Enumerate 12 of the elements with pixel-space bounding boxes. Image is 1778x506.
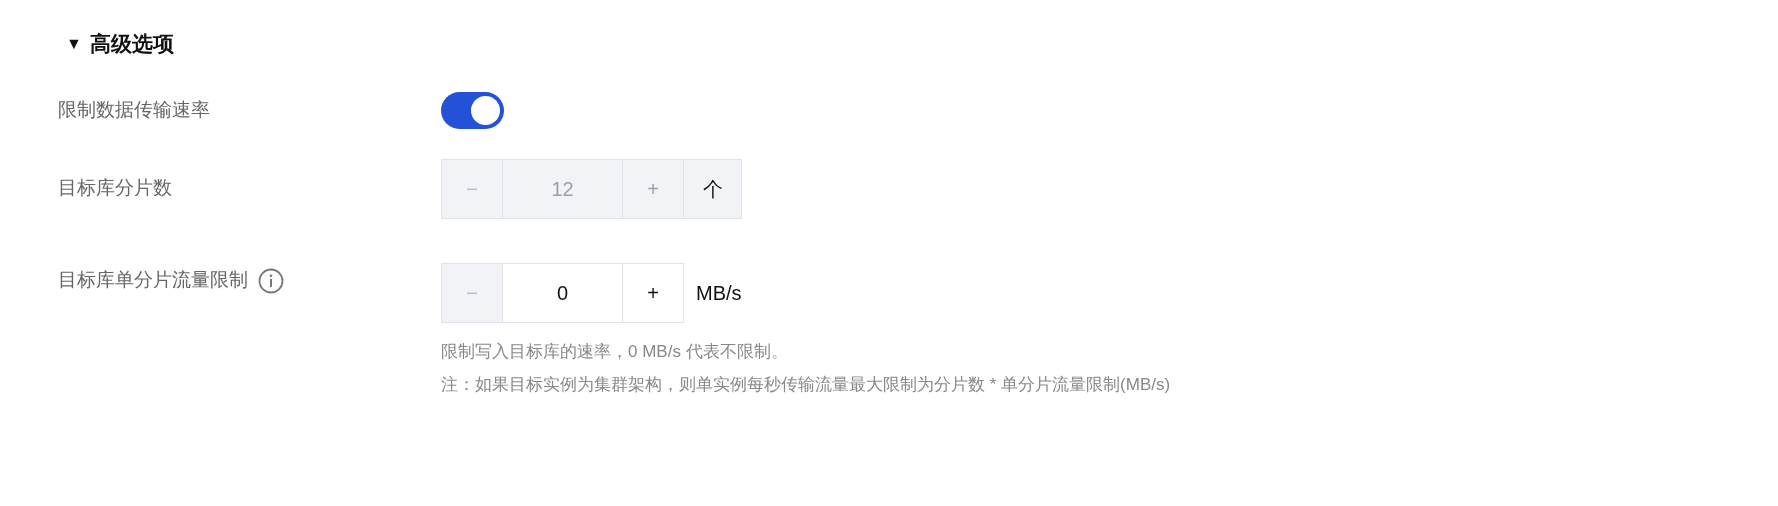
number-field[interactable]: 0 [502, 262, 623, 323]
hint-text: 限制写入目标库的速率，0 MB/s 代表不限制。 [441, 340, 789, 363]
field-label: 目标库分片数 [58, 176, 172, 201]
field-label: 目标库单分片流量限制 [58, 268, 248, 293]
toggle-switch[interactable] [441, 91, 504, 129]
hint-text: 注：如果目标实例为集群架构，则单实例每秒传输流量最大限制为分片数 * 单分片流量限制(MB/s) [441, 374, 1171, 396]
section-title: 高级选项 [89, 31, 174, 57]
increment-button[interactable]: + [622, 262, 684, 323]
field-label: 限制数据传输速率 [58, 97, 210, 122]
collapse-toggle[interactable]: ▼ [66, 31, 82, 56]
unit-addon: 个 [683, 158, 742, 219]
unit-label: MB/s [696, 280, 742, 306]
